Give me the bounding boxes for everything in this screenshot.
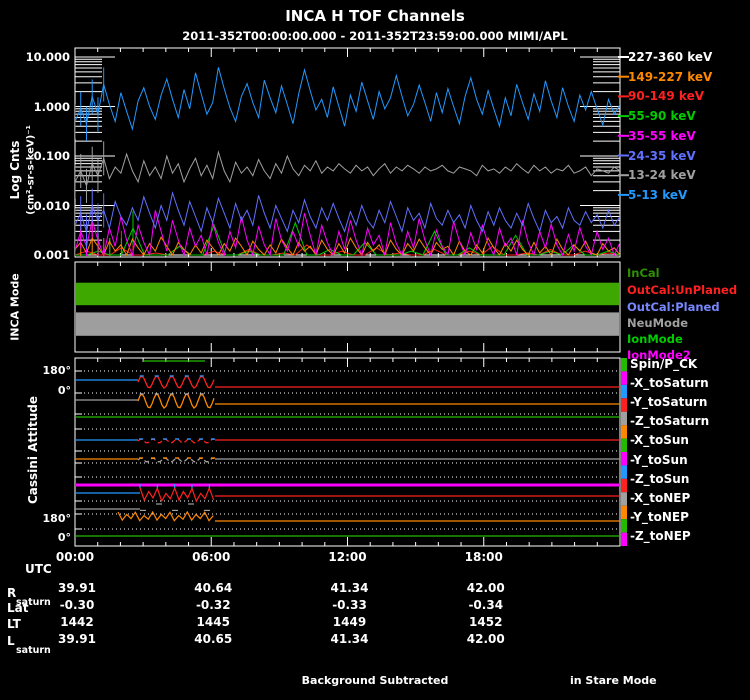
- attitude-trace-label: -Z_toSaturn: [630, 414, 710, 429]
- ephemeris-row-label: Lat: [7, 601, 29, 615]
- ephemeris-row-sublabel: saturn: [16, 645, 51, 656]
- mode-legend-label: NeuMode: [627, 316, 688, 330]
- tof-ytick-label: 10.000: [25, 50, 70, 64]
- mode-y-axis-label: INCA Mode: [8, 273, 22, 341]
- ephemeris-value: 41.34: [330, 581, 369, 595]
- attitude-trace-label: -Y_toSun: [630, 452, 688, 467]
- attitude-trace-label: -Z_toNEP: [630, 528, 691, 543]
- attitude-traces: [75, 360, 620, 537]
- attitude-ytick-label: 0°: [57, 384, 71, 397]
- attitude-ytick-label: 180°: [42, 364, 71, 377]
- ephemeris-value: 42.00: [466, 581, 505, 595]
- tof-ytick-label: 1.000: [33, 99, 70, 114]
- ephemeris-value: -0.34: [468, 598, 504, 612]
- ephemeris-row-label: L: [7, 634, 15, 648]
- ephemeris-value: -0.30: [59, 598, 95, 612]
- tof-legend-label: 90-149 keV: [628, 89, 704, 104]
- tof-ytick-label: 0.001: [33, 248, 70, 262]
- attitude-trace-label: -X_toSun: [630, 433, 689, 448]
- utc-tick-label: 06:00: [192, 550, 231, 564]
- ephemeris-value: 1445: [196, 615, 230, 629]
- tof-series: [75, 67, 620, 257]
- mode-legend-label: IonMode: [627, 332, 683, 346]
- attitude-trace-label: -X_toSaturn: [630, 376, 709, 391]
- attitude-trace-label: -Y_toNEP: [630, 509, 689, 524]
- ephemeris-value: -0.32: [195, 598, 231, 612]
- ephemeris-value: 1442: [60, 615, 94, 629]
- utc-tick-label: 00:00: [55, 550, 95, 564]
- mode-legend-label: OutCal:UnPlaned: [627, 283, 738, 297]
- inca-tof-plot-page: INCA H TOF Channels 2011-352T00:00:00.00…: [0, 0, 750, 700]
- tof-legend-label: 24-35 keV: [628, 148, 696, 163]
- attitude-ytick-label: 180°: [42, 512, 71, 525]
- tof-legend-label: 35-55 keV: [628, 128, 696, 143]
- attitude-ytick-label: 0°: [57, 531, 71, 544]
- tof-legend-label: 227-360 keV: [628, 50, 713, 64]
- ephemeris-row-label: LT: [7, 617, 21, 631]
- utc-tick-label: 18:00: [464, 550, 503, 564]
- footer-stare-mode: in Stare Mode: [570, 674, 657, 687]
- tof-ytick-label: 0.010: [33, 198, 70, 213]
- attitude-trace-label: -Y_toSaturn: [630, 395, 708, 410]
- tof-legend-label: 5-13 keV: [628, 187, 688, 202]
- ephemeris-value: 41.34: [330, 632, 369, 646]
- mode-legend-label: OutCal:Planed: [627, 300, 720, 314]
- tof-legend-label: 149-227 keV: [628, 69, 713, 84]
- attitude-y-axis-label: Cassini Attitude: [26, 395, 40, 505]
- attitude-trace-label: -Z_toSun: [630, 471, 690, 486]
- ephemeris-value: 1449: [332, 615, 367, 629]
- tof-legend-label: 13-24 keV: [628, 168, 696, 183]
- mode-bars: [76, 282, 619, 336]
- ephemeris-value: 39.91: [58, 581, 96, 595]
- page-title: INCA H TOF Channels: [285, 7, 465, 25]
- ephemeris-value: 1452: [469, 615, 503, 629]
- subtitle: 2011-352T00:00:00.000 - 2011-352T23:59:0…: [182, 29, 568, 43]
- utc-tick-label: 12:00: [328, 550, 367, 564]
- mode-legend-label: InCal: [627, 266, 660, 280]
- ephemeris-value: 40.65: [194, 632, 233, 646]
- tof-legend-label: 55-90 keV: [628, 109, 696, 124]
- footer-background-subtracted: Background Subtracted: [301, 674, 449, 687]
- ephemeris-value: 40.64: [194, 581, 233, 595]
- ephemeris-value: -0.33: [332, 598, 367, 612]
- utc-row-label: UTC: [25, 562, 52, 576]
- ephemeris-value: 42.00: [466, 632, 505, 646]
- attitude-trace-label: -X_toNEP: [630, 490, 691, 505]
- ephemeris-value: 39.91: [58, 632, 96, 646]
- ephemeris-row-label: R: [7, 586, 17, 600]
- attitude-trace-label: Spin/P_CK: [630, 357, 698, 371]
- tof-ytick-label: 0.100: [33, 149, 70, 163]
- attitude-color-strip: [621, 358, 627, 546]
